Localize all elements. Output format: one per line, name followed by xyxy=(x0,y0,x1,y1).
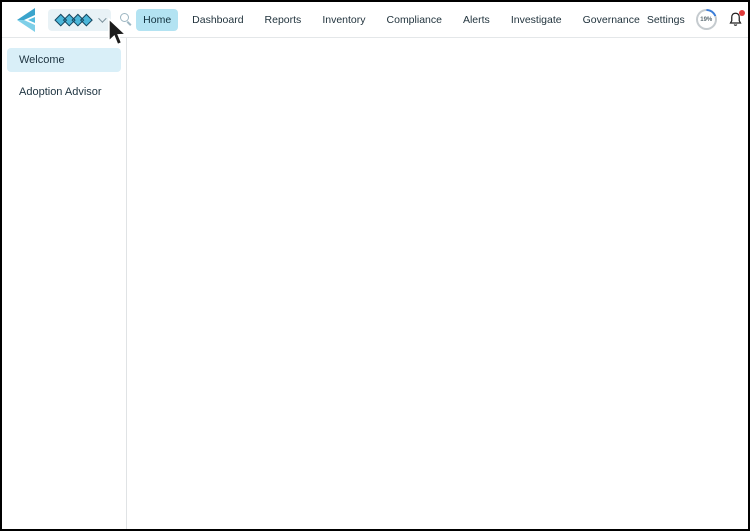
header-right-controls: Settings 19% xyxy=(647,9,750,30)
notifications-bell-icon[interactable] xyxy=(728,11,744,29)
tab-inventory[interactable]: Inventory xyxy=(315,9,372,31)
unread-notification-dot xyxy=(739,10,745,16)
tab-compliance[interactable]: Compliance xyxy=(380,9,449,31)
tenant-name-redacted: ◆◆◆◆ xyxy=(55,12,92,27)
tenant-selector-dropdown[interactable]: ◆◆◆◆ xyxy=(48,9,111,31)
tab-reports[interactable]: Reports xyxy=(258,9,309,31)
app-window: ◆◆◆◆ Home Dashboard Reports Inventory Co… xyxy=(0,0,750,531)
sidebar-item-welcome[interactable]: Welcome xyxy=(7,48,121,72)
page-body: Welcome Adoption Advisor xyxy=(2,38,748,531)
left-sidebar: Welcome Adoption Advisor xyxy=(2,38,127,531)
adoption-progress-ring[interactable]: 19% xyxy=(696,9,717,30)
adoption-progress-value: 19% xyxy=(698,11,715,28)
search-handle xyxy=(127,21,132,26)
chevron-down-icon xyxy=(98,14,106,22)
tab-dashboard[interactable]: Dashboard xyxy=(185,9,250,31)
tab-home[interactable]: Home xyxy=(136,9,178,31)
tab-investigate[interactable]: Investigate xyxy=(504,9,569,31)
prisma-cloud-logo-icon xyxy=(14,7,38,33)
settings-link[interactable]: Settings xyxy=(647,14,685,26)
top-navbar: ◆◆◆◆ Home Dashboard Reports Inventory Co… xyxy=(2,2,748,38)
tab-alerts[interactable]: Alerts xyxy=(456,9,497,31)
main-content-empty xyxy=(127,38,748,531)
tab-governance[interactable]: Governance xyxy=(576,9,647,31)
main-nav: Home Dashboard Reports Inventory Complia… xyxy=(136,9,647,31)
sidebar-item-adoption-advisor[interactable]: Adoption Advisor xyxy=(7,80,121,104)
